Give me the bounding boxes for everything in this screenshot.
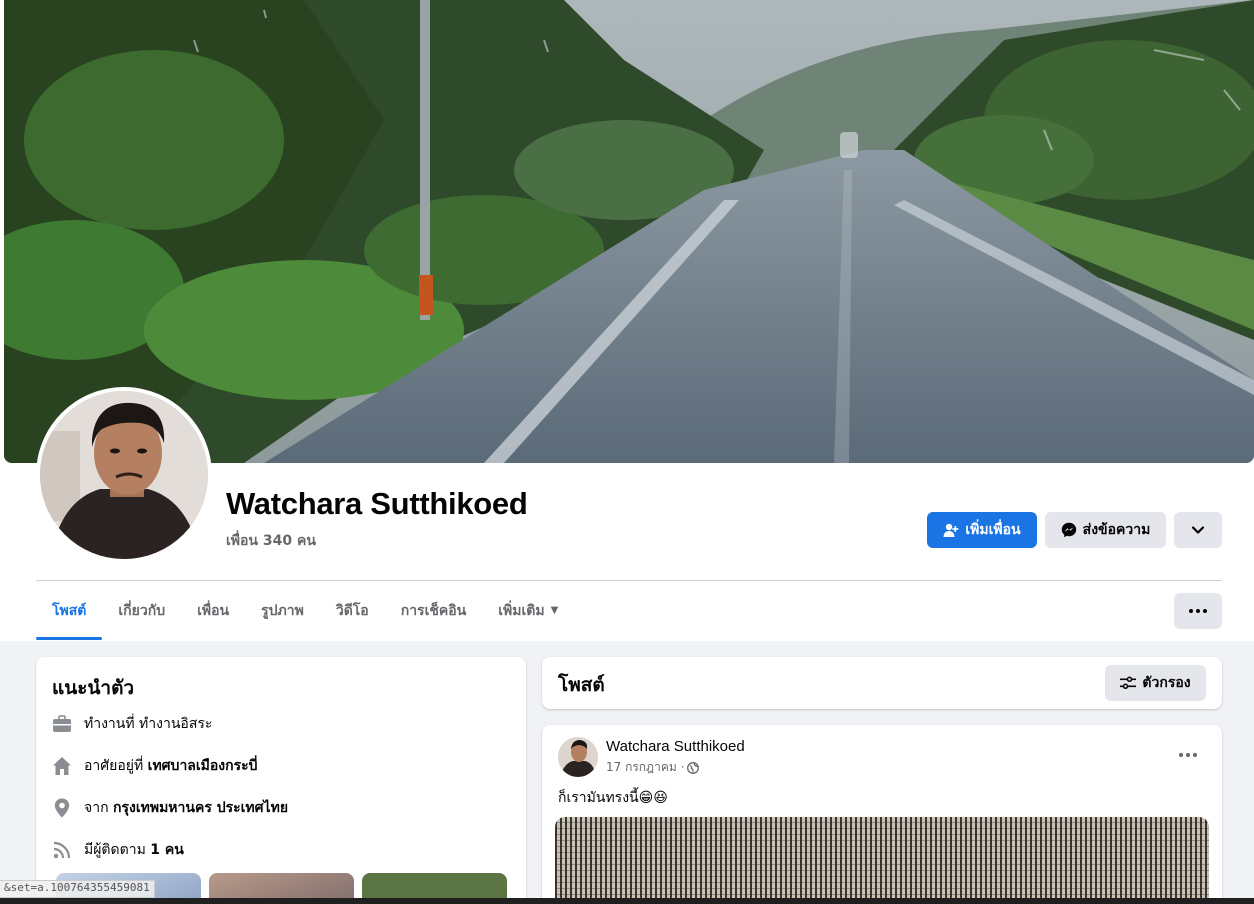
tab-label: เกี่ยวกับ	[118, 602, 166, 619]
avatar	[40, 391, 208, 559]
intro-title: แนะนำตัว	[52, 677, 135, 699]
briefcase-icon	[52, 714, 72, 734]
intro-card: แนะนำตัว ทำงานที่ ทำงานอิสระ อาศัยอยู่ที…	[36, 657, 526, 904]
dot	[1179, 753, 1183, 757]
intro-followers-prefix: มีผู้ติดตาม	[84, 842, 146, 858]
friends-count[interactable]: เพื่อน 340 คน	[226, 530, 316, 552]
intro-from-value[interactable]: กรุงเทพมหานคร ประเทศไทย	[113, 800, 288, 816]
filter-label: ตัวกรอง	[1142, 675, 1191, 691]
tab-label: เพื่อน	[197, 602, 230, 619]
filter-sliders-icon	[1120, 676, 1137, 690]
home-icon	[52, 756, 72, 776]
posts-title: โพสต์	[558, 674, 605, 696]
profile-page: Watchara Sutthikoed เพื่อน 340 คน เพิ่มเ…	[0, 0, 1254, 904]
tab-checkins[interactable]: การเช็คอิน	[385, 581, 483, 640]
intro-lives: อาศัยอยู่ที่ เทศบาลเมืองกระบี่	[52, 755, 258, 777]
dot	[1186, 753, 1190, 757]
dot	[1193, 753, 1197, 757]
location-pin-icon	[52, 798, 72, 818]
post-image[interactable]	[555, 817, 1209, 904]
tab-label: เพิ่มเติม	[498, 602, 545, 619]
caret-down-icon: ▼	[550, 605, 559, 616]
tab-label: การเช็คอิน	[400, 602, 467, 619]
post-timestamp[interactable]: 17 กรกฎาคม ·	[606, 758, 700, 777]
add-friend-icon	[943, 523, 959, 537]
add-friend-label: เพิ่มเพื่อน	[965, 522, 1021, 538]
filter-button[interactable]: ตัวกรอง	[1105, 665, 1206, 701]
intro-followers: มีผู้ติดตาม 1 คน	[52, 839, 184, 861]
intro-work-value: ทำงานอิสระ	[139, 716, 213, 732]
intro-followers-text: มีผู้ติดตาม 1 คน	[84, 839, 184, 861]
intro-followers-value[interactable]: 1 คน	[150, 842, 184, 858]
post-date-text: 17 กรกฎาคม ·	[606, 760, 685, 774]
rss-feed-icon	[52, 840, 72, 860]
post-text: ก็เรามันทรงนี้😁😆	[558, 790, 668, 806]
intro-lives-value[interactable]: เทศบาลเมืองกระบี่	[148, 758, 258, 774]
tab-about[interactable]: เกี่ยวกับ	[102, 581, 181, 640]
post-author-avatar[interactable]	[558, 737, 598, 777]
intro-work-text: ทำงานที่ ทำงานอิสระ	[84, 713, 212, 735]
post-options-button[interactable]	[1170, 743, 1206, 767]
send-message-label: ส่งข้อความ	[1082, 522, 1151, 538]
status-bar-url: &set=a.100764355459081	[0, 880, 155, 898]
tab-label: รูปภาพ	[261, 602, 304, 619]
messenger-icon	[1061, 522, 1076, 538]
taskbar-edge	[0, 898, 1254, 904]
tab-friends[interactable]: เพื่อน	[181, 581, 245, 640]
intro-work-prefix: ทำงานที่	[84, 716, 135, 732]
add-friend-button[interactable]: เพิ่มเพื่อน	[927, 512, 1037, 548]
profile-tabs: โพสต์ เกี่ยวกับ เพื่อน รูปภาพ วิดีโอ การ…	[36, 581, 574, 640]
intro-from: จาก กรุงเทพมหานคร ประเทศไทย	[52, 797, 288, 819]
send-message-button[interactable]: ส่งข้อความ	[1045, 512, 1166, 548]
profile-name: Watchara Sutthikoed	[226, 486, 528, 521]
dot	[1189, 609, 1193, 613]
tab-more[interactable]: เพิ่มเติม ▼	[482, 581, 574, 640]
intro-lives-text: อาศัยอยู่ที่ เทศบาลเมืองกระบี่	[84, 755, 258, 777]
intro-lives-prefix: อาศัยอยู่ที่	[84, 758, 144, 774]
globe-icon	[687, 761, 700, 774]
dot	[1196, 609, 1200, 613]
post-card: Watchara Sutthikoed 17 กรกฎาคม · ก็เรามั…	[542, 725, 1222, 904]
profile-options-button[interactable]	[1174, 512, 1222, 548]
profile-avatar-frame[interactable]	[36, 387, 212, 563]
cover-photo[interactable]	[4, 0, 1254, 463]
more-options-button[interactable]	[1174, 593, 1222, 629]
tab-label: โพสต์	[52, 602, 87, 619]
tab-photos[interactable]: รูปภาพ	[245, 581, 320, 640]
tab-videos[interactable]: วิดีโอ	[320, 581, 385, 640]
intro-from-prefix: จาก	[84, 800, 109, 816]
intro-work: ทำงานที่ ทำงานอิสระ	[52, 713, 212, 735]
posts-header-card: โพสต์ ตัวกรอง	[542, 657, 1222, 709]
tab-posts[interactable]: โพสต์	[36, 581, 103, 640]
tab-label: วิดีโอ	[335, 602, 369, 619]
chevron-down-icon	[1191, 526, 1205, 534]
intro-from-text: จาก กรุงเทพมหานคร ประเทศไทย	[84, 797, 288, 819]
post-author-name[interactable]: Watchara Sutthikoed	[606, 738, 745, 755]
dot	[1203, 609, 1207, 613]
